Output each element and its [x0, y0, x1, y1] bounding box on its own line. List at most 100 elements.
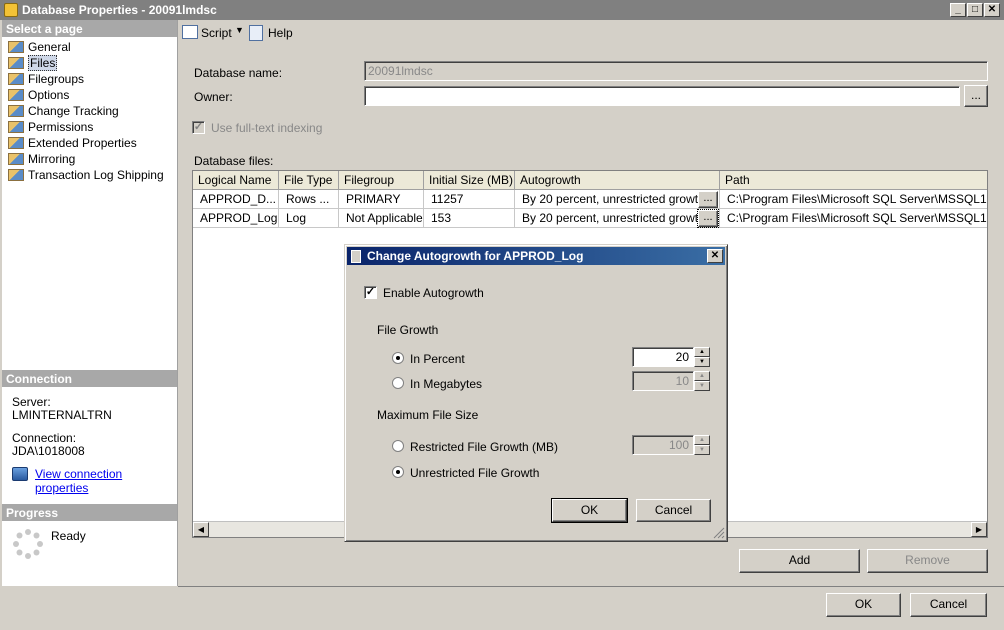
column-header-autogrowth[interactable]: Autogrowth — [515, 171, 720, 190]
database-name-field: 20091lmdsc — [364, 61, 988, 81]
page-item-mirroring[interactable]: Mirroring — [2, 151, 177, 167]
toolbar: Script ▼ Help — [180, 22, 1000, 44]
dialog-close-button[interactable]: ✕ — [707, 249, 723, 263]
window-title: Database Properties - 20091lmdsc — [22, 3, 217, 17]
table-cell[interactable]: C:\Program Files\Microsoft SQL Server\MS… — [720, 209, 987, 228]
enable-autogrowth-label: Enable Autogrowth — [383, 286, 484, 300]
spin-down-icon: ▼ — [694, 445, 710, 455]
spin-up-icon[interactable]: ▲ — [694, 347, 710, 357]
in-megabytes-value: 10 — [632, 371, 694, 391]
page-item-extended-properties[interactable]: Extended Properties — [2, 135, 177, 151]
page-icon — [8, 41, 24, 53]
page-item-change-tracking[interactable]: Change Tracking — [2, 103, 177, 119]
enable-autogrowth-checkbox[interactable]: ✓ — [364, 286, 377, 299]
dialog-title-bar: Change Autogrowth for APPROD_Log ✕ — [347, 247, 725, 265]
in-percent-value[interactable]: 20 — [632, 347, 694, 367]
cancel-button[interactable]: Cancel — [910, 593, 987, 617]
in-percent-label: In Percent — [410, 352, 465, 366]
table-cell[interactable]: By 20 percent, unrestricted growth — [515, 190, 720, 209]
database-files-label: Database files: — [194, 154, 274, 168]
restricted-growth-value: 100 — [632, 435, 694, 455]
page-item-permissions[interactable]: Permissions — [2, 119, 177, 135]
connection-properties-icon — [12, 467, 28, 481]
column-header-filegroup[interactable]: Filegroup — [339, 171, 424, 190]
maximize-button[interactable]: □ — [967, 3, 983, 17]
add-button[interactable]: Add — [739, 549, 860, 573]
change-autogrowth-dialog: Change Autogrowth for APPROD_Log ✕ ✓ Ena… — [344, 244, 728, 542]
dialog-ok-button[interactable]: OK — [551, 498, 628, 523]
table-cell[interactable]: Not Applicable — [339, 209, 424, 228]
table-cell[interactable]: 153 — [424, 209, 515, 228]
in-megabytes-stepper: 10 ▲ ▼ — [632, 371, 710, 391]
spinner-icon — [13, 529, 43, 559]
page-icon — [8, 169, 24, 181]
database-icon — [4, 3, 18, 17]
page-list: General Files Filegroups Options Change … — [2, 37, 177, 183]
table-cell[interactable]: APPROD_Log — [193, 209, 279, 228]
column-header-file-type[interactable]: File Type — [279, 171, 339, 190]
scroll-right-icon[interactable]: ▶ — [971, 522, 987, 537]
help-icon — [249, 25, 263, 41]
progress-header: Progress — [2, 504, 177, 521]
script-dropdown-icon[interactable]: ▼ — [235, 25, 244, 35]
autogrowth-ellipsis-button[interactable]: ... — [698, 191, 718, 208]
page-item-files[interactable]: Files — [2, 55, 177, 71]
dialog-icon — [351, 250, 361, 263]
table-cell[interactable]: C:\Program Files\Microsoft SQL Server\MS… — [720, 190, 987, 209]
connection-value: JDA\1018008 — [12, 444, 85, 458]
page-icon — [8, 137, 24, 149]
fulltext-label: Use full-text indexing — [211, 121, 323, 135]
page-item-filegroups[interactable]: Filegroups — [2, 71, 177, 87]
owner-browse-button[interactable]: ... — [964, 85, 988, 107]
table-cell[interactable]: PRIMARY — [339, 190, 424, 209]
owner-field[interactable] — [364, 86, 960, 106]
page-item-transaction-log-shipping[interactable]: Transaction Log Shipping — [2, 167, 177, 183]
minimize-button[interactable]: _ — [950, 3, 966, 17]
restricted-growth-radio[interactable] — [392, 440, 404, 452]
in-percent-stepper[interactable]: 20 ▲ ▼ — [632, 347, 710, 367]
page-icon — [8, 73, 24, 85]
column-header-initial-size[interactable]: Initial Size (MB) — [424, 171, 515, 190]
spin-up-icon: ▲ — [694, 435, 710, 445]
in-megabytes-label: In Megabytes — [410, 377, 483, 391]
remove-button: Remove — [867, 549, 988, 573]
file-growth-label: File Growth — [377, 323, 439, 337]
autogrowth-ellipsis-button[interactable]: ... — [697, 209, 719, 228]
spin-down-icon: ▼ — [694, 381, 710, 391]
scroll-left-icon[interactable]: ◀ — [193, 522, 209, 537]
page-icon — [8, 89, 24, 101]
page-item-general[interactable]: General — [2, 39, 177, 55]
table-cell[interactable]: Rows ... — [279, 190, 339, 209]
server-value: LMINTERNALTRN — [12, 408, 112, 422]
in-megabytes-radio[interactable] — [392, 377, 404, 389]
connection-header: Connection — [2, 370, 177, 387]
unrestricted-growth-radio[interactable] — [392, 466, 404, 478]
close-button[interactable]: ✕ — [984, 3, 1000, 17]
restricted-growth-stepper: 100 ▲ ▼ — [632, 435, 710, 455]
resize-grip-icon[interactable] — [713, 527, 725, 539]
table-cell[interactable]: 11257 — [424, 190, 515, 209]
fulltext-checkbox: ✓ — [192, 121, 205, 134]
bottom-divider — [178, 586, 1004, 587]
table-cell[interactable]: By 20 percent, unrestricted growth — [515, 209, 720, 228]
table-cell[interactable]: APPROD_D... — [193, 190, 279, 209]
spin-up-icon: ▲ — [694, 371, 710, 381]
script-button[interactable]: Script — [201, 26, 232, 40]
table-cell[interactable]: Log — [279, 209, 339, 228]
page-icon — [8, 105, 24, 117]
dialog-cancel-button[interactable]: Cancel — [636, 499, 711, 522]
ok-button[interactable]: OK — [826, 593, 901, 617]
spin-down-icon[interactable]: ▼ — [694, 357, 710, 367]
column-header-path[interactable]: Path — [720, 171, 987, 190]
page-icon — [8, 153, 24, 165]
page-icon — [8, 57, 24, 69]
restricted-growth-label: Restricted File Growth (MB) — [410, 440, 559, 454]
progress-status: Ready — [51, 529, 86, 543]
window-title-bar: Database Properties - 20091lmdsc _ □ ✕ — [0, 0, 1004, 20]
dialog-title: Change Autogrowth for APPROD_Log — [367, 249, 584, 263]
view-connection-properties-link[interactable]: View connection properties — [35, 467, 177, 495]
help-button[interactable]: Help — [268, 26, 293, 40]
column-header-logical-name[interactable]: Logical Name — [193, 171, 279, 190]
in-percent-radio[interactable] — [392, 352, 404, 364]
page-item-options[interactable]: Options — [2, 87, 177, 103]
